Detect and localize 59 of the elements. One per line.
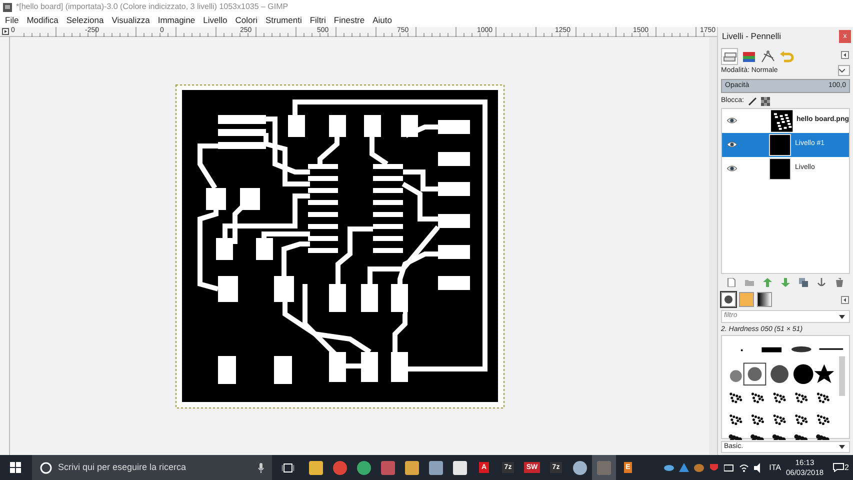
undo-arrow-icon xyxy=(779,48,794,64)
cloud-icon[interactable] xyxy=(664,462,674,472)
eye-icon[interactable] xyxy=(727,165,737,172)
triangle-icon[interactable] xyxy=(679,462,690,472)
eye-icon[interactable] xyxy=(727,141,737,148)
menu-item[interactable]: Immagine xyxy=(158,14,196,27)
menu-item[interactable]: Visualizza xyxy=(112,14,150,27)
soft-dot-icon xyxy=(722,293,735,306)
search-field[interactable]: Scrivi qui per eseguire la ricerca xyxy=(32,455,272,480)
layer-thumbnail xyxy=(769,134,791,156)
navigate-icon[interactable] xyxy=(2,28,9,35)
eye-icon[interactable] xyxy=(727,117,737,124)
checkerboard-icon[interactable] xyxy=(760,97,770,106)
dropdown-arrow-icon xyxy=(839,314,845,319)
battery-icon[interactable] xyxy=(724,462,734,472)
menu-item[interactable]: Aiuto xyxy=(372,14,392,27)
menu-item[interactable]: File xyxy=(5,14,19,27)
menu-item[interactable]: Colori xyxy=(235,14,258,27)
panel-tab[interactable] xyxy=(757,292,772,308)
panel-menu-icon[interactable] xyxy=(841,296,849,304)
notification-count: 2 xyxy=(844,462,849,474)
shield-icon[interactable] xyxy=(709,462,720,472)
notification-button[interactable]: 2 xyxy=(832,462,849,474)
swatch-icon xyxy=(740,293,753,306)
gimp-logo-icon xyxy=(3,2,12,12)
anchor-icon[interactable] xyxy=(817,278,826,288)
path-nodes-icon xyxy=(760,48,775,64)
menu-item[interactable]: Seleziona xyxy=(66,14,104,27)
wifi-icon[interactable] xyxy=(739,462,750,472)
arrow-up-icon[interactable] xyxy=(762,278,772,288)
trash-icon[interactable] xyxy=(835,278,844,288)
layer-thumbnail xyxy=(769,158,791,180)
search-placeholder: Scrivi qui per eseguire la ricerca xyxy=(58,460,186,474)
oval-icon[interactable] xyxy=(694,462,704,472)
microphone-icon[interactable] xyxy=(258,462,264,472)
menu-item[interactable]: Modifica xyxy=(26,14,58,27)
language-indicator[interactable]: ITA xyxy=(769,462,781,474)
duplicate-icon[interactable] xyxy=(799,278,808,288)
menu-item[interactable]: Finestre xyxy=(334,14,365,27)
windows-logo-icon xyxy=(10,462,20,473)
panel-title: Livelli - Pennelli xyxy=(722,30,782,43)
new-page-icon[interactable] xyxy=(726,278,736,288)
panel-tab[interactable] xyxy=(721,292,736,308)
chevron-down-icon xyxy=(839,68,845,73)
scrollbar[interactable] xyxy=(709,37,717,455)
arrow-down-icon[interactable] xyxy=(780,278,790,288)
task-view-icon xyxy=(282,462,294,472)
brush-icon[interactable] xyxy=(748,97,757,106)
window-title: *[hello board] (importata)-3.0 (Colore indicizzato, 3 livelli) 1053x1035 – GIMP xyxy=(16,1,288,13)
menu-item[interactable]: Strumenti xyxy=(265,14,302,27)
speech-bubble-icon xyxy=(832,463,844,472)
menu-item[interactable]: Filtri xyxy=(310,14,326,27)
panel-tab[interactable] xyxy=(759,48,776,65)
mode-dropdown[interactable] xyxy=(838,65,850,76)
gradient-icon xyxy=(758,293,771,306)
panel-menu-icon[interactable] xyxy=(841,51,849,60)
dropdown-arrow-icon xyxy=(839,444,845,449)
menu-item[interactable]: Livello xyxy=(203,14,228,27)
search-icon xyxy=(40,462,52,474)
